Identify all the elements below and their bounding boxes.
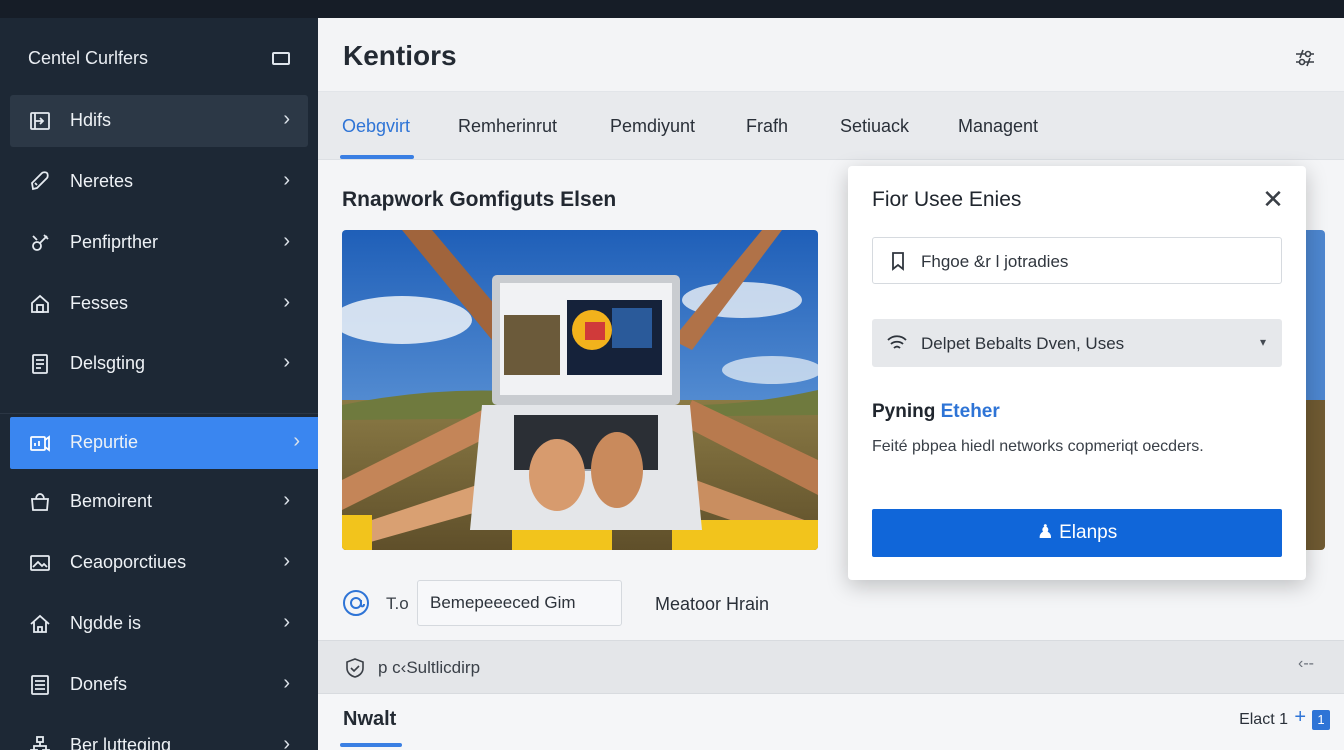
user-icon: ♟ [1036,522,1054,543]
sidebar-item-hdifs[interactable]: Hdifs › [10,95,308,147]
sidebar-item-fesses[interactable]: Fesses › [10,278,308,330]
sidebar-header: Centel Curlfers [0,18,318,96]
footer-count-label: Elact 1 [1239,711,1288,728]
sidebar-item-repurtie[interactable]: Repurtie › [10,417,318,469]
bag-icon [28,490,52,514]
dialog-search-field[interactable]: Fhgoe &r l jotradies [872,237,1282,284]
sidebar-item-neretes[interactable]: Neretes › [10,156,308,208]
dialog-title: Fior Usee Enies [872,188,1022,211]
chevron-right-icon: › [283,291,290,313]
chevron-right-icon: › [283,672,290,694]
background-photo-edge [1303,230,1325,550]
panel-icon[interactable] [272,52,290,65]
shield-icon [344,657,366,679]
user-dialog: Fior Usee Enies ✕ Fhgoe &r l jotradies D… [848,166,1306,580]
sidebar-item-ceaoporctiues[interactable]: Ceaoporctiues › [10,537,308,589]
sliders-icon[interactable] [1293,46,1317,70]
section-title: Rnapwork Gomfiguts Elsen [342,188,617,211]
chevron-right-icon: › [283,733,290,750]
wifi-icon [886,333,908,353]
at-sign-icon [342,589,370,617]
collapse-handle[interactable]: ‹-- [1298,655,1314,673]
sidebar-item-label: Neretes [70,171,134,191]
document-icon [28,352,52,376]
subheading-text: Pyning [872,401,941,422]
sidebar-item-bemoirent[interactable]: Bemoirent › [10,476,308,528]
sidebar-item-ber-lutteging[interactable]: Ber lutteging › [10,720,308,750]
info-strip: p c‹Sultlicdirp ‹-- [318,640,1344,694]
network-icon [28,734,52,750]
main-header: Kentiors [318,18,1344,92]
chevron-right-icon: › [283,169,290,191]
chevron-right-icon: › [283,489,290,511]
page-title: Kentiors [343,40,457,71]
sidebar-item-donefs[interactable]: Donefs › [10,659,308,711]
sidebar-item-ngdde-is[interactable]: Ngdde is › [10,598,308,650]
sidebar-item-penfiprther[interactable]: Penfiprther › [10,217,308,269]
sidebar-divider [0,413,318,414]
add-icon[interactable]: + [1294,706,1306,729]
tab-remherinrut[interactable]: Remherinrut [458,116,557,137]
chevron-right-icon: › [283,351,290,373]
image-icon [28,551,52,575]
footer-title[interactable]: Nwalt [343,708,396,731]
chevron-right-icon: › [283,611,290,633]
tab-frafh[interactable]: Frafh [746,116,788,137]
footer-bar: Nwalt Elact 1 + 1 [318,694,1344,750]
close-icon[interactable]: ✕ [1260,186,1286,212]
sidebar-item-label: Ber lutteging [70,735,172,750]
sidebar: Centel Curlfers Hdifs › Neretes › Penfip… [0,18,318,750]
list-icon [28,673,52,697]
chevron-right-icon: › [283,108,290,130]
tab-pemdiyunt[interactable]: Pemdiyunt [610,116,695,137]
default-select[interactable]: Delpet Bebalts Dven, Uses ▾ [872,319,1282,367]
sidebar-item-label: Bemoirent [70,491,153,511]
sidebar-item-label: Penfiprther [70,232,159,252]
chevron-right-icon: › [293,430,300,452]
sidebar-item-label: Ceaoporctiues [70,552,187,572]
mention-label[interactable]: Meatoor Hrain [655,594,769,615]
sidebar-item-label: Fesses [70,293,129,313]
bookmark-icon [889,251,907,271]
recipient-input[interactable] [417,580,622,626]
select-value: Delpet Bebalts Dven, Uses [921,334,1125,353]
strip-text: p c‹Sultlicdirp [378,658,481,677]
primary-action-button[interactable]: ♟ Elanps [872,509,1282,557]
sidebar-item-label: Hdifs [70,110,112,130]
count-badge[interactable]: 1 [1312,710,1330,730]
active-tab-indicator [340,155,414,159]
dialog-subheading: Pyning Eteher [872,401,1000,423]
tab-managent[interactable]: Managent [958,116,1038,137]
button-label: Elanps [1059,522,1118,543]
tab-oebgvirt[interactable]: Oebgvirt [342,116,410,137]
dialog-description: Feité pbpea hiedl networks copmeriqt oec… [872,438,1204,455]
sidebar-item-label: Donefs [70,674,128,694]
chevron-down-icon: ▾ [1259,335,1266,349]
subheading-link[interactable]: Eteher [941,401,1000,422]
tools-icon [28,231,52,255]
window-top-bar [0,0,1344,18]
recipient-row: T.o Meatoor Hrain [318,570,1344,640]
tab-bar: Oebgvirt Remherinrut Pemdiyunt Frafh Set… [318,92,1344,160]
sidebar-title: Centel Curlfers [28,48,149,68]
dialog-search-value: Fhgoe &r l jotradies [921,252,1069,271]
sidebar-item-delsgting[interactable]: Delsgting › [10,338,308,390]
people-with-laptop-photo [342,230,818,550]
sidebar-item-label: Repurtie [70,432,139,452]
rocket-icon [28,170,52,194]
dashboard-icon [28,109,52,133]
tab-setiuack[interactable]: Setiuack [840,116,909,137]
footer-active-indicator [340,743,402,747]
to-label: T.o [386,594,409,613]
sidebar-item-label: Ngdde is [70,613,142,633]
sidebar-item-label: Delsgting [70,353,146,373]
home-icon [28,292,52,316]
house-icon [28,612,52,636]
chevron-right-icon: › [283,550,290,572]
chevron-right-icon: › [283,230,290,252]
report-icon [28,431,52,455]
